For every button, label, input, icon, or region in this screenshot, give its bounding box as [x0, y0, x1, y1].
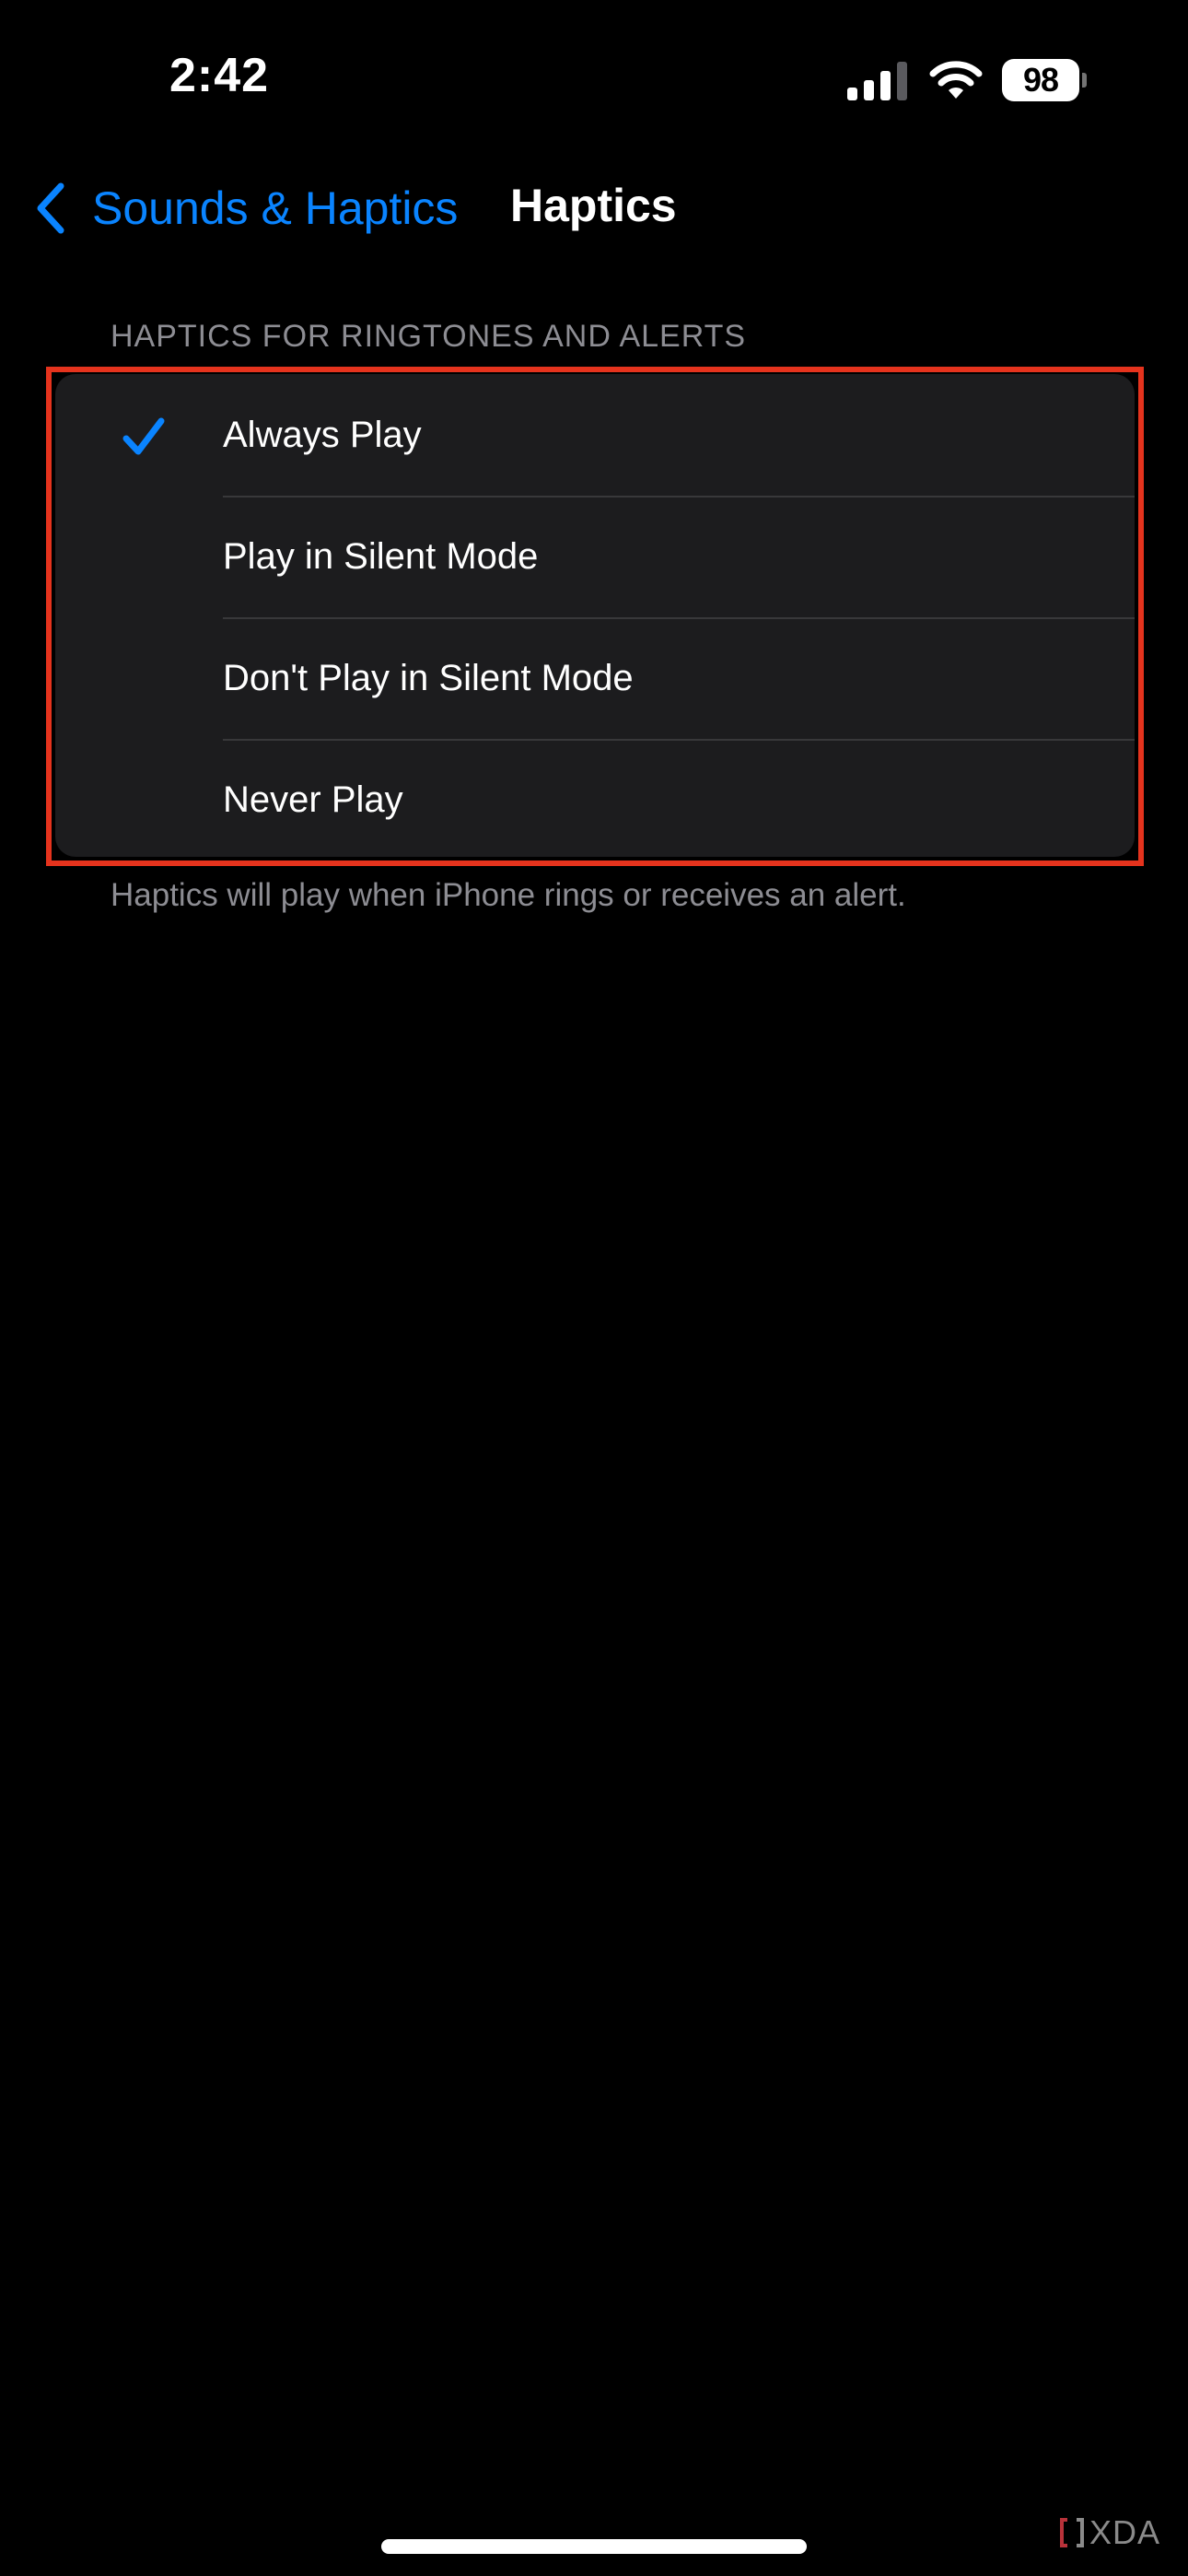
option-label: Play in Silent Mode [223, 535, 539, 577]
section-footer: Haptics will play when iPhone rings or r… [111, 877, 906, 913]
battery-icon: 98 [1002, 59, 1087, 101]
option-always-play[interactable]: Always Play [55, 374, 1135, 496]
checkmark-slot [122, 416, 166, 457]
xda-logo-icon [1059, 2518, 1084, 2547]
page-title: Haptics [510, 180, 677, 231]
back-button-label: Sounds & Haptics [92, 182, 459, 234]
status-icons: 98 [847, 57, 1087, 103]
battery-cap [1082, 73, 1087, 88]
status-time: 2:42 [169, 49, 270, 102]
xda-watermark: XDA [1058, 2513, 1160, 2552]
option-label: Don't Play in Silent Mode [223, 657, 634, 698]
section-header: HAPTICS FOR RINGTONES AND ALERTS [111, 319, 747, 354]
option-label: Always Play [223, 414, 422, 455]
checkmark-icon [122, 417, 165, 455]
haptics-options-list: Always Play Play in Silent Mode Don't Pl… [55, 374, 1135, 857]
option-play-in-silent-mode[interactable]: Play in Silent Mode [55, 496, 1135, 617]
option-label: Never Play [223, 779, 403, 820]
chevron-left-icon [37, 182, 64, 234]
signal-icon [847, 62, 907, 100]
option-dont-play-in-silent-mode[interactable]: Don't Play in Silent Mode [55, 617, 1135, 739]
battery-level: 98 [1002, 59, 1079, 101]
home-indicator[interactable] [381, 2539, 807, 2554]
wifi-icon [929, 61, 983, 99]
watermark-text: XDA [1089, 2513, 1160, 2551]
option-never-play[interactable]: Never Play [55, 739, 1135, 857]
haptics-settings-screen: 2:42 98 Sounds & Haptics Haptics HAPTICS… [0, 0, 1188, 2576]
back-button[interactable]: Sounds & Haptics [33, 175, 458, 241]
